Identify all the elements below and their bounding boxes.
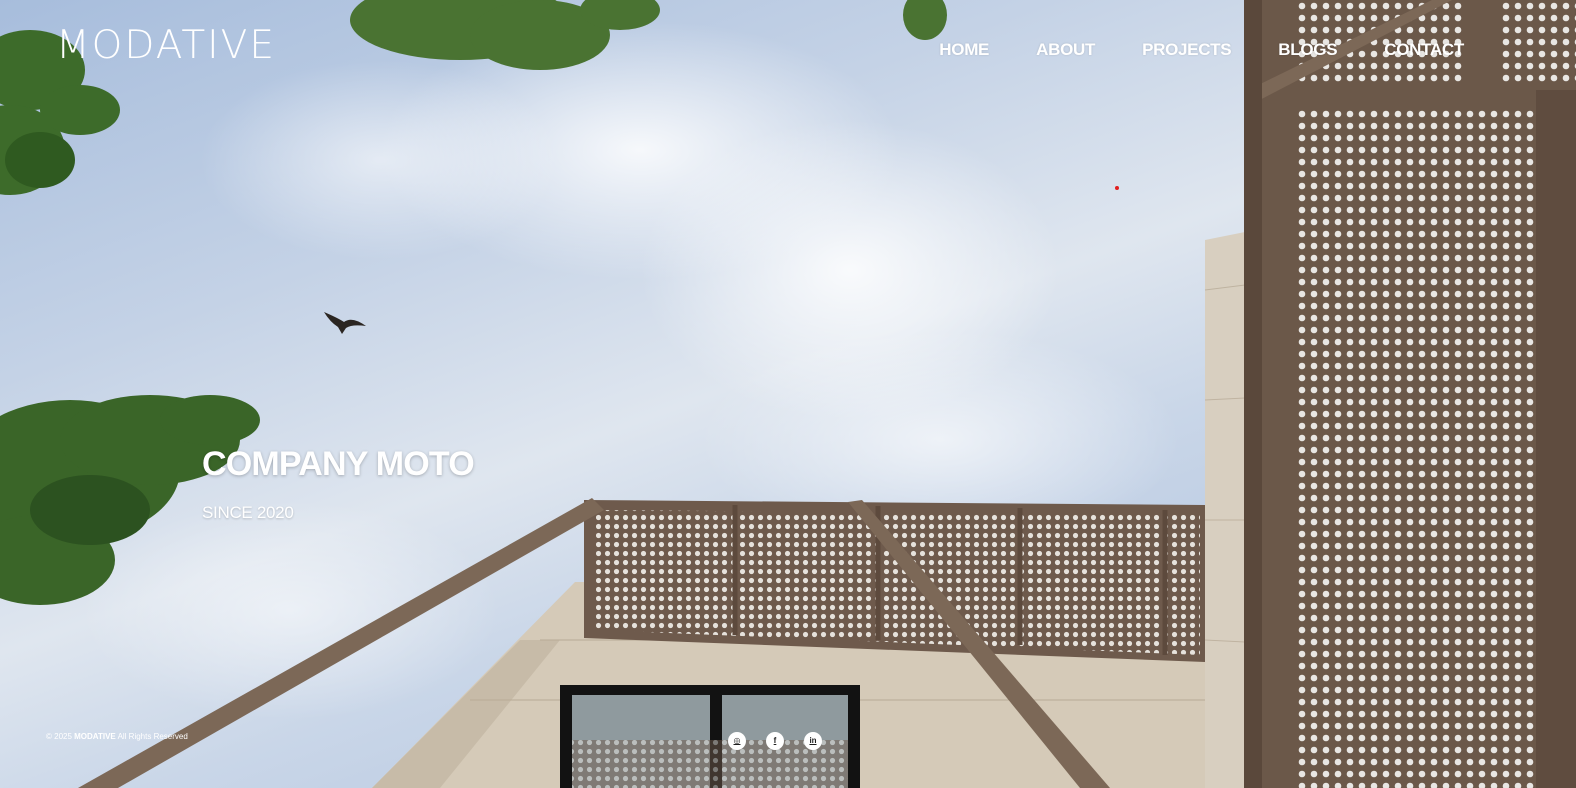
main-nav: HOME ABOUT PROJECTS BLOGS CONTACT bbox=[939, 38, 1464, 62]
linkedin-icon[interactable]: in bbox=[804, 732, 822, 750]
building-illustration bbox=[0, 0, 1576, 788]
facebook-icon[interactable]: f bbox=[766, 732, 784, 750]
hero-background bbox=[0, 0, 1576, 788]
nav-item-contact[interactable]: CONTACT bbox=[1384, 38, 1464, 62]
hero-subtitle: SINCE 2020 bbox=[202, 503, 294, 522]
copyright-brand: MODATIVE bbox=[74, 732, 116, 741]
copyright-suffix: All Rights Reserved bbox=[115, 732, 188, 741]
copyright-text: © 2025 MODATIVE All Rights Reserved bbox=[46, 731, 188, 742]
social-links: ◎ f in bbox=[728, 732, 842, 750]
brand-logo[interactable]: MODATIVE bbox=[56, 24, 276, 68]
red-marker-dot bbox=[1115, 186, 1119, 190]
copyright-prefix: © 2025 bbox=[46, 732, 75, 741]
nav-item-about[interactable]: ABOUT bbox=[1036, 38, 1095, 62]
nav-item-blogs[interactable]: BLOGS bbox=[1278, 38, 1337, 62]
nav-item-home[interactable]: HOME bbox=[939, 38, 989, 62]
instagram-icon[interactable]: ◎ bbox=[728, 732, 746, 750]
nav-item-projects[interactable]: PROJECTS bbox=[1142, 38, 1232, 62]
hero-title: COMPANY MOTO bbox=[202, 445, 475, 483]
